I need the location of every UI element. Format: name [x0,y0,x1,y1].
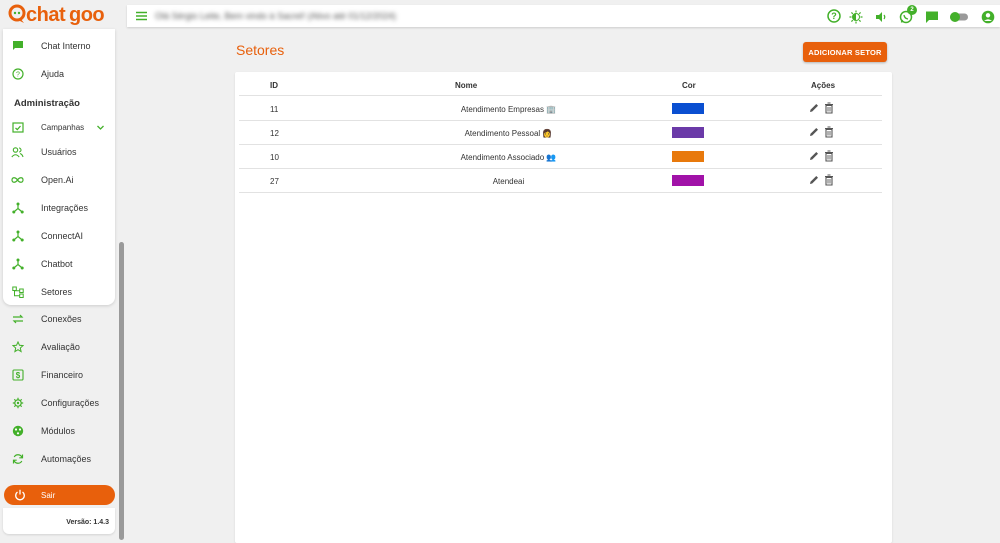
theme-toggle[interactable] [948,10,970,24]
hub-icon [11,258,24,271]
sidebar-item-chatbot[interactable]: Chatbot [3,250,115,278]
sidebar-item-label: Módulos [41,426,76,436]
svg-text:goo: goo [69,4,104,26]
table-row: 27 Atendeai [239,169,882,193]
edit-icon[interactable] [808,174,820,186]
sidebar-item-label: Conexões [41,314,82,324]
svg-text:chat: chat [26,4,66,26]
page-title: Setores [236,42,285,58]
logout-label: Sair [41,490,56,500]
sidebar-item-conexoes[interactable]: Conexões [3,305,115,333]
delete-icon[interactable] [823,174,835,186]
account-icon[interactable] [981,10,995,24]
help-icon[interactable]: ? [827,9,841,23]
color-swatch [672,175,704,186]
table-header-row: ID Nome Cor Ações [239,73,882,96]
version-text: Versão: 1.4.3 [66,519,109,526]
sidebar-menu-card: Chat Interno ? Ajuda Administração Campa… [3,29,115,305]
sidebar-item-configuracoes[interactable]: Configurações [3,389,115,417]
sidebar-item-label: Open.Ai [41,175,74,185]
sidebar-item-label: Setores [41,287,73,297]
color-swatch [672,127,704,138]
calendar-check-icon [11,121,24,134]
svg-text:?: ? [831,11,837,21]
sidebar-item-ajuda[interactable]: ? Ajuda [3,60,115,88]
add-sector-button[interactable]: ADICIONAR SETOR [803,42,887,62]
svg-text:?: ? [16,72,20,79]
sidebar: chat goo Chat Interno ? Ajuda Administra… [0,0,127,543]
people-icon [11,146,24,159]
star-icon [11,341,24,354]
sidebar-item-label: Usuários [41,147,77,157]
sidebar-item-modulos[interactable]: Módulos [3,417,115,445]
color-swatch [672,103,704,114]
sidebar-item-label: Campanhas [41,122,85,132]
version-box: Versão: 1.4.3 [3,508,115,534]
power-icon [15,489,25,501]
refresh-icon [11,453,24,466]
delete-icon[interactable] [823,126,835,138]
sidebar-item-label: Financeiro [41,370,84,380]
dollar-icon: $ [11,369,24,382]
chatgoo-logo: chat goo [8,2,118,28]
sync-alt-icon [11,313,24,326]
sidebar-item-connectai[interactable]: ConnectAI [3,222,115,250]
brightness-icon[interactable] [849,10,863,24]
sidebar-item-setores[interactable]: Setores [3,278,115,306]
chevron-down-icon[interactable] [96,123,105,132]
modules-icon [11,425,24,438]
row-name: Atendimento Empresas 🏢 [460,105,557,114]
sidebar-item-avaliacao[interactable]: Avaliação [3,333,115,361]
admin-section-heading: Administração [14,98,80,109]
delete-icon[interactable] [823,102,835,114]
sidebar-item-label: Ajuda [41,69,65,79]
logout-button[interactable]: Sair [4,485,115,505]
sidebar-item-label: Integrações [41,203,89,213]
sidebar-item-label: Automações [41,454,92,464]
sidebar-item-openai[interactable]: Open.Ai [3,166,115,194]
sidebar-scrollbar[interactable] [119,242,124,540]
sidebar-item-label: ConnectAI [41,231,84,241]
account-tree-icon [11,286,24,299]
column-header-actions: Ações [811,81,836,90]
row-name: Atendeai [492,177,525,186]
edit-icon[interactable] [808,150,820,162]
volume-icon[interactable] [874,10,888,24]
welcome-message: Olá Sérgio Leite, Bem vindo à Sacrel! (A… [155,11,397,21]
table-row: 11 Atendimento Empresas 🏢 [239,97,882,121]
column-header-color: Cor [682,81,696,90]
row-name: Atendimento Associado 👥 [460,153,557,162]
edit-icon[interactable] [808,102,820,114]
settings-icon [11,397,24,410]
help-icon: ? [11,68,24,81]
sidebar-item-automacoes[interactable]: Automações [3,445,115,473]
sidebar-item-integracoes[interactable]: Integrações [3,194,115,222]
sidebar-item-label: Avaliação [41,342,80,352]
chat-icon [11,40,24,53]
column-header-id: ID [270,81,278,90]
chat-icon[interactable] [925,10,939,24]
menu-icon[interactable] [136,11,147,21]
sidebar-item-chat-interno[interactable]: Chat Interno [3,32,115,60]
sidebar-item-financeiro[interactable]: $ Financeiro [3,361,115,389]
whatsapp-badge: 2 [907,5,917,15]
sidebar-item-usuarios[interactable]: Usuários [3,138,115,166]
svg-text:$: $ [15,371,20,380]
infinity-icon [11,174,24,187]
color-swatch [672,151,704,162]
hub-icon [11,230,24,243]
edit-icon[interactable] [808,126,820,138]
table-row: 12 Atendimento Pessoal 👩 [239,121,882,145]
sidebar-item-label: Configurações [41,398,100,408]
sidebar-item-label: Chat Interno [41,41,91,51]
top-bar: Olá Sérgio Leite, Bem vindo à Sacrel! (A… [127,5,1000,27]
column-header-name: Nome [455,81,478,90]
delete-icon[interactable] [823,150,835,162]
row-name: Atendimento Pessoal 👩 [464,129,553,138]
sidebar-item-campanhas[interactable]: Campanhas [3,113,115,141]
hub-icon [11,202,24,215]
sidebar-item-label: Chatbot [41,259,73,269]
table-row: 10 Atendimento Associado 👥 [239,145,882,169]
